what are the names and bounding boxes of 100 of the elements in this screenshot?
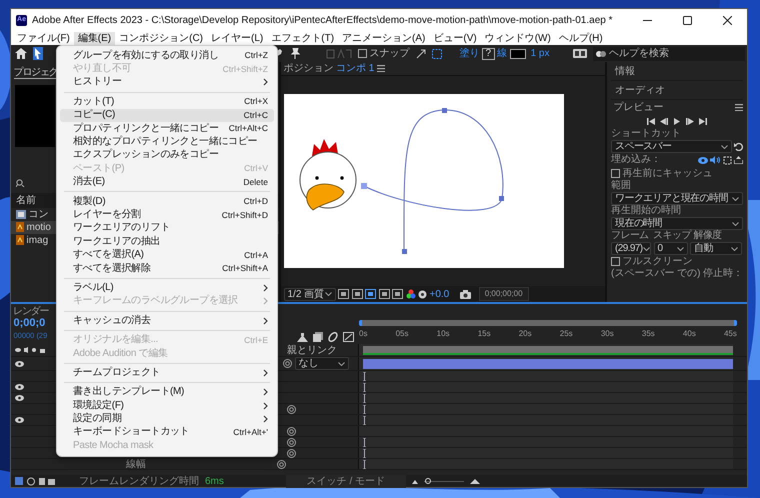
pick-whip-icon[interactable] [287, 438, 296, 446]
cache-checkbox[interactable] [611, 169, 620, 178]
parent-dropdown[interactable]: なし [294, 357, 348, 370]
menu-item[interactable]: プロパティリンクと一緒にコピー Ctrl+Alt+C [60, 122, 274, 136]
caret-icon[interactable] [338, 362, 344, 366]
first-frame-icon[interactable] [647, 118, 655, 124]
menu-item[interactable]: キーボードショートカット Ctrl+Alt+' [60, 426, 274, 440]
caret-icon[interactable] [720, 144, 728, 148]
menu-icon[interactable] [735, 104, 743, 110]
menu-item[interactable]: 環境設定(F) [60, 398, 274, 412]
caret-icon[interactable] [676, 246, 684, 250]
skip-dropdown[interactable]: 0 [654, 242, 688, 255]
menu-item[interactable]: すべてを選択解除 Ctrl+Shift+A [60, 262, 274, 276]
eye-icon[interactable] [15, 384, 24, 390]
region-icon[interactable] [338, 289, 349, 299]
project-item[interactable]: imag [26, 232, 48, 248]
home-icon[interactable] [15, 48, 27, 59]
menu-item[interactable]: 相対的なプロパティリンクと一緒にコピー [60, 135, 274, 149]
caret-icon[interactable] [642, 246, 650, 250]
menu-item[interactable]: 複製(D) Ctrl+D [60, 194, 274, 208]
menu-item[interactable]: ラベル(L) [60, 281, 274, 295]
selection-arrow-icon[interactable] [33, 47, 43, 60]
slider-thumb[interactable] [424, 478, 431, 484]
menu-item[interactable]: グループを有効にするの取り消し Ctrl+Z [60, 49, 274, 62]
play-icon[interactable] [673, 118, 681, 124]
keyframe-icon[interactable] [363, 416, 366, 424]
help-search-field[interactable]: ヘルプを検索 [593, 46, 744, 60]
exposure-icon[interactable] [418, 290, 427, 298]
layer-bar[interactable] [363, 358, 733, 368]
pin-icon[interactable] [290, 48, 300, 59]
menu-item[interactable]: ビュー(V) [429, 32, 481, 44]
keyframe-icon[interactable] [363, 382, 366, 392]
shy-icon[interactable] [297, 332, 308, 342]
zoom-out-icon[interactable] [412, 478, 418, 484]
eye-icon[interactable] [15, 395, 24, 401]
eye-icon[interactable] [15, 360, 24, 366]
menu-icon[interactable] [376, 65, 385, 72]
resolution-dropdown[interactable]: 自動 [690, 242, 742, 255]
menu-item[interactable]: コンポジション(C) [115, 32, 208, 44]
keyframe-icon[interactable] [363, 460, 366, 468]
menu-item[interactable]: ワークエリアのリフト [60, 222, 274, 236]
status-icons[interactable] [15, 476, 55, 486]
chicken-drawing[interactable] [300, 139, 356, 210]
project-item[interactable]: motio [26, 220, 51, 234]
graph-editor-icon[interactable] [343, 332, 354, 342]
pick-whip-icon[interactable] [277, 460, 286, 468]
menu-item[interactable]: アニメーション(A) [338, 32, 430, 44]
start-time-dropdown[interactable]: 現在の時間 [611, 217, 743, 230]
menu-item[interactable]: 設定の同期 [60, 412, 274, 426]
caret-icon[interactable] [731, 246, 738, 250]
zoom-slider[interactable] [424, 477, 464, 485]
fullscreen-checkbox[interactable] [611, 257, 620, 266]
stroke-swatch[interactable] [510, 48, 526, 58]
caret-icon[interactable] [732, 196, 739, 200]
export-icon[interactable] [734, 156, 743, 164]
menu-item[interactable]: キャッシュの消去 [60, 314, 274, 328]
keyframe-icon[interactable] [363, 372, 366, 380]
timeline-tab[interactable]: レンダー [13, 306, 48, 317]
next-frame-icon[interactable] [686, 118, 694, 124]
menu-item[interactable]: 書き出しテンプレート(M) [60, 386, 274, 399]
menu-item[interactable]: カット(T) Ctrl+X [60, 95, 274, 109]
zoom-in-icon[interactable] [470, 478, 480, 484]
frame-rate-dropdown[interactable]: (29.97) [611, 242, 651, 255]
keyframe-icon[interactable] [363, 394, 366, 402]
panel-title[interactable]: プレビュー [614, 100, 664, 114]
menu-item[interactable]: ファイル(F) [13, 32, 74, 44]
exposure-value[interactable]: +0.0 [430, 286, 450, 302]
menu-item[interactable]: チームプロジェクト [60, 366, 274, 380]
range-dropdown[interactable]: ワークエリアと現在の時間 [611, 192, 743, 205]
eye-icon[interactable] [15, 417, 24, 423]
menu-item[interactable]: レイヤーを分割 Ctrl+Shift+D [60, 208, 274, 222]
camera-icon[interactable] [460, 290, 472, 298]
speaker-icon[interactable] [710, 156, 720, 164]
menu-item[interactable]: ワークエリアの抽出 [60, 235, 274, 248]
keyframe-icon[interactable] [363, 438, 366, 446]
menu-item[interactable]: レイヤー(L) [207, 32, 268, 44]
frame-blend-icon[interactable] [313, 332, 323, 342]
menu-item[interactable]: ヒストリー [60, 76, 274, 90]
motion-path[interactable] [361, 108, 504, 254]
pick-whip-icon[interactable] [287, 404, 296, 414]
pick-whip-icon[interactable] [283, 359, 292, 368]
overlay-icon[interactable] [722, 156, 732, 164]
panel-title[interactable]: オーディオ [615, 82, 665, 98]
shortcut-dropdown[interactable]: スペースバー [611, 140, 732, 153]
pick-whip-icon[interactable] [287, 448, 296, 458]
eye-icon[interactable] [698, 156, 708, 164]
panel-title[interactable]: 情報 [615, 64, 635, 78]
menu-item[interactable]: エフェクト(T) [267, 32, 338, 44]
color-icon[interactable] [406, 289, 416, 299]
previous-frame-icon[interactable] [660, 118, 668, 124]
safe-zones-icon[interactable] [378, 289, 390, 299]
menu-item[interactable]: ウィンドウ(W) [480, 32, 555, 44]
menu-item[interactable]: 編集(E) [74, 32, 116, 44]
last-frame-icon[interactable] [699, 118, 707, 124]
menu-item[interactable]: ヘルプ(H) [554, 32, 607, 44]
grid-icon[interactable] [432, 48, 442, 58]
transparency-icon[interactable] [352, 289, 362, 299]
mask-icon[interactable] [365, 289, 376, 299]
quality-dropdown[interactable]: 1/2 画質 [284, 288, 336, 300]
composition-tab[interactable]: コンポ 1 [336, 61, 374, 76]
